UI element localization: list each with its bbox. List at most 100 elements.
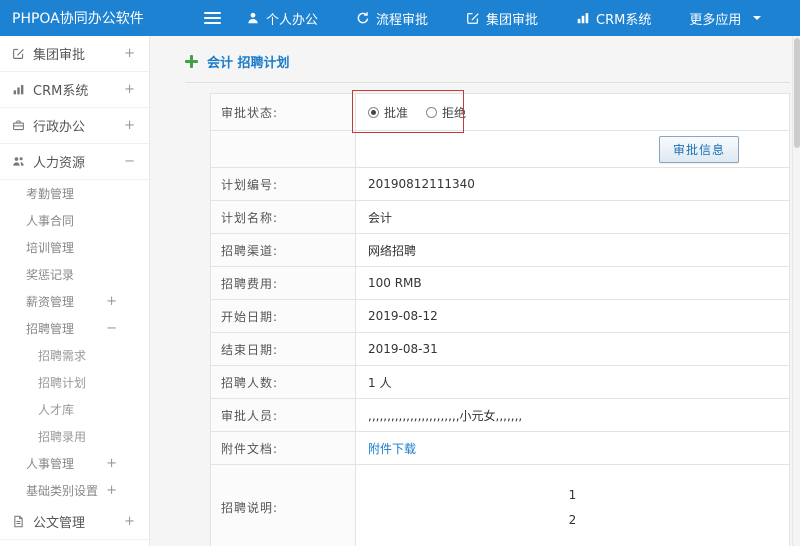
field-label: 计划编号: <box>211 168 356 200</box>
field-value: 2019-08-31 <box>368 342 438 356</box>
sidebar-item-label: 培训管理 <box>26 241 75 255</box>
field-value: 网络招聘 <box>368 243 417 258</box>
approval-action-row: 审批信息 <box>211 131 789 168</box>
nav-more-apps[interactable]: 更多应用 <box>670 0 780 36</box>
table-row-description: 招聘说明: 1 2 <box>211 465 789 546</box>
table-row-plan-number: 计划编号: 20190812111340 <box>211 168 789 201</box>
sidebar-item-label: 行政办公 <box>33 120 86 135</box>
detail-table: 审批状态: 批准 拒绝 审批信息 计划编号: 20190812111340 计划… <box>210 90 790 546</box>
expand-toggle[interactable]: + <box>124 82 135 97</box>
approve-radio[interactable]: 批准 <box>368 104 408 121</box>
empty-label-cell <box>211 131 356 167</box>
sidebar-item-label: 招聘管理 <box>26 322 75 336</box>
caret-down-icon <box>753 16 762 24</box>
sidebar-item-salary[interactable]: 薪资管理 + <box>0 288 149 315</box>
sidebar-item-personnel[interactable]: 人事管理 + <box>0 450 149 477</box>
sidebar-item-label: 人才库 <box>38 403 75 417</box>
menu-icon[interactable] <box>204 12 221 24</box>
collapse-toggle[interactable]: − <box>106 321 117 336</box>
field-label: 招聘渠道: <box>211 234 356 266</box>
sidebar-item-official-docs[interactable]: 公文管理 + <box>0 504 149 540</box>
sidebar-item-recruitment-plan[interactable]: 招聘计划 <box>0 369 149 396</box>
scrollbar-thumb[interactable] <box>793 38 800 148</box>
collapse-toggle[interactable]: − <box>124 154 135 169</box>
nav-label: 集团审批 <box>486 12 539 28</box>
sidebar-item-recruitment-hire[interactable]: 招聘录用 <box>0 423 149 450</box>
sidebar-item-rewards-punishment[interactable]: 奖惩记录 <box>0 261 149 288</box>
sidebar-item-attendance[interactable]: 考勤管理 <box>0 180 149 207</box>
approval-action-cell: 审批信息 <box>356 131 789 167</box>
bar-chart-icon <box>576 11 590 25</box>
sidebar-item-crm[interactable]: CRM系统 + <box>0 72 149 108</box>
briefcase-icon <box>12 119 25 132</box>
sidebar: 集团审批 + CRM系统 + 行政办公 + 人力资源 − 考勤管理 人事合同 培… <box>0 36 150 546</box>
main-content: 会计 招聘计划 审批状态: 批准 拒绝 审批信息 计划编号: 201908121… <box>150 36 800 546</box>
sidebar-item-label: 招聘录用 <box>38 430 87 444</box>
expand-toggle[interactable]: + <box>106 294 117 309</box>
sidebar-item-label: 薪资管理 <box>26 295 75 309</box>
bar-chart-icon <box>12 83 25 96</box>
sidebar-item-admin-office[interactable]: 行政办公 + <box>0 108 149 144</box>
nav-crm-system[interactable]: CRM系统 <box>557 0 670 36</box>
field-value: 1 人 <box>368 375 392 390</box>
sidebar-item-label: 招聘需求 <box>38 349 87 363</box>
expand-toggle[interactable]: + <box>124 46 135 61</box>
sidebar-item-label: 人事管理 <box>26 457 75 471</box>
sidebar-item-label: 考勤管理 <box>26 187 75 201</box>
sidebar-item-label: 招聘计划 <box>38 376 87 390</box>
field-label: 结束日期: <box>211 333 356 365</box>
sidebar-item-base-categories[interactable]: 基础类别设置 + <box>0 477 149 504</box>
vertical-scrollbar[interactable] <box>792 36 800 546</box>
sidebar-item-training[interactable]: 培训管理 <box>0 234 149 261</box>
expand-toggle[interactable]: + <box>106 456 117 471</box>
nav-personal-office[interactable]: 个人办公 <box>227 0 337 36</box>
sidebar-item-hr[interactable]: 人力资源 − <box>0 144 149 180</box>
sidebar-item-group-approval[interactable]: 集团审批 + <box>0 36 149 72</box>
field-value: 会计 <box>368 210 393 225</box>
top-navigation: 个人办公 流程审批 集团审批 CRM系统 更多应用 <box>227 0 780 36</box>
table-row-plan-name: 计划名称: 会计 <box>211 201 789 234</box>
expand-toggle[interactable]: + <box>106 483 117 498</box>
pen-square-icon <box>466 11 480 25</box>
expand-toggle[interactable]: + <box>124 514 135 529</box>
sidebar-item-hr-contract[interactable]: 人事合同 <box>0 207 149 234</box>
sidebar-item-label: 人事合同 <box>26 214 75 228</box>
field-label: 审批人员: <box>211 399 356 431</box>
radio-checked-icon <box>368 106 379 118</box>
field-label: 招聘说明: <box>211 465 356 546</box>
radio-unchecked-icon <box>426 106 438 118</box>
table-row-headcount: 招聘人数: 1 人 <box>211 366 789 399</box>
sidebar-item-talent-pool[interactable]: 人才库 <box>0 396 149 423</box>
field-label: 计划名称: <box>211 201 356 233</box>
cycle-arrows-icon <box>356 11 370 25</box>
table-row-end-date: 结束日期: 2019-08-31 <box>211 333 789 366</box>
sidebar-item-recruitment[interactable]: 招聘管理 − <box>0 315 149 342</box>
table-row-attachment: 附件文档: 附件下载 <box>211 432 789 465</box>
page-header: 会计 招聘计划 <box>185 52 790 83</box>
nav-label: 流程审批 <box>376 12 429 28</box>
sidebar-item-label: 公文管理 <box>33 516 86 531</box>
reject-radio[interactable]: 拒绝 <box>426 104 466 121</box>
field-value: 100 RMB <box>368 276 422 290</box>
sidebar-item-vehicle[interactable]: 用车管理 + <box>0 540 149 546</box>
nav-workflow-approval[interactable]: 流程审批 <box>337 0 447 36</box>
document-icon <box>12 515 25 528</box>
sidebar-item-recruitment-demand[interactable]: 招聘需求 <box>0 342 149 369</box>
radio-label: 拒绝 <box>442 105 467 120</box>
expand-toggle[interactable]: + <box>124 118 135 133</box>
field-label: 附件文档: <box>211 432 356 464</box>
field-label: 审批状态: <box>211 94 356 130</box>
sidebar-item-label: 基础类别设置 <box>26 484 99 498</box>
field-label: 招聘人数: <box>211 366 356 398</box>
nav-group-approval[interactable]: 集团审批 <box>447 0 557 36</box>
description-line: 1 <box>568 487 577 502</box>
approval-info-button[interactable]: 审批信息 <box>658 135 739 163</box>
topbar: PHPOA协同办公软件 个人办公 流程审批 集团审批 CRM系统 更多应用 <box>0 0 800 36</box>
table-row-recruit-cost: 招聘费用: 100 RMB <box>211 267 789 300</box>
table-row-start-date: 开始日期: 2019-08-12 <box>211 300 789 333</box>
app-title: PHPOA协同办公软件 <box>12 11 144 27</box>
attachment-download-link[interactable]: 附件下载 <box>368 440 416 457</box>
sidebar-item-label: 奖惩记录 <box>26 268 75 282</box>
add-icon[interactable] <box>185 55 198 68</box>
sidebar-item-label: 集团审批 <box>33 48 86 63</box>
